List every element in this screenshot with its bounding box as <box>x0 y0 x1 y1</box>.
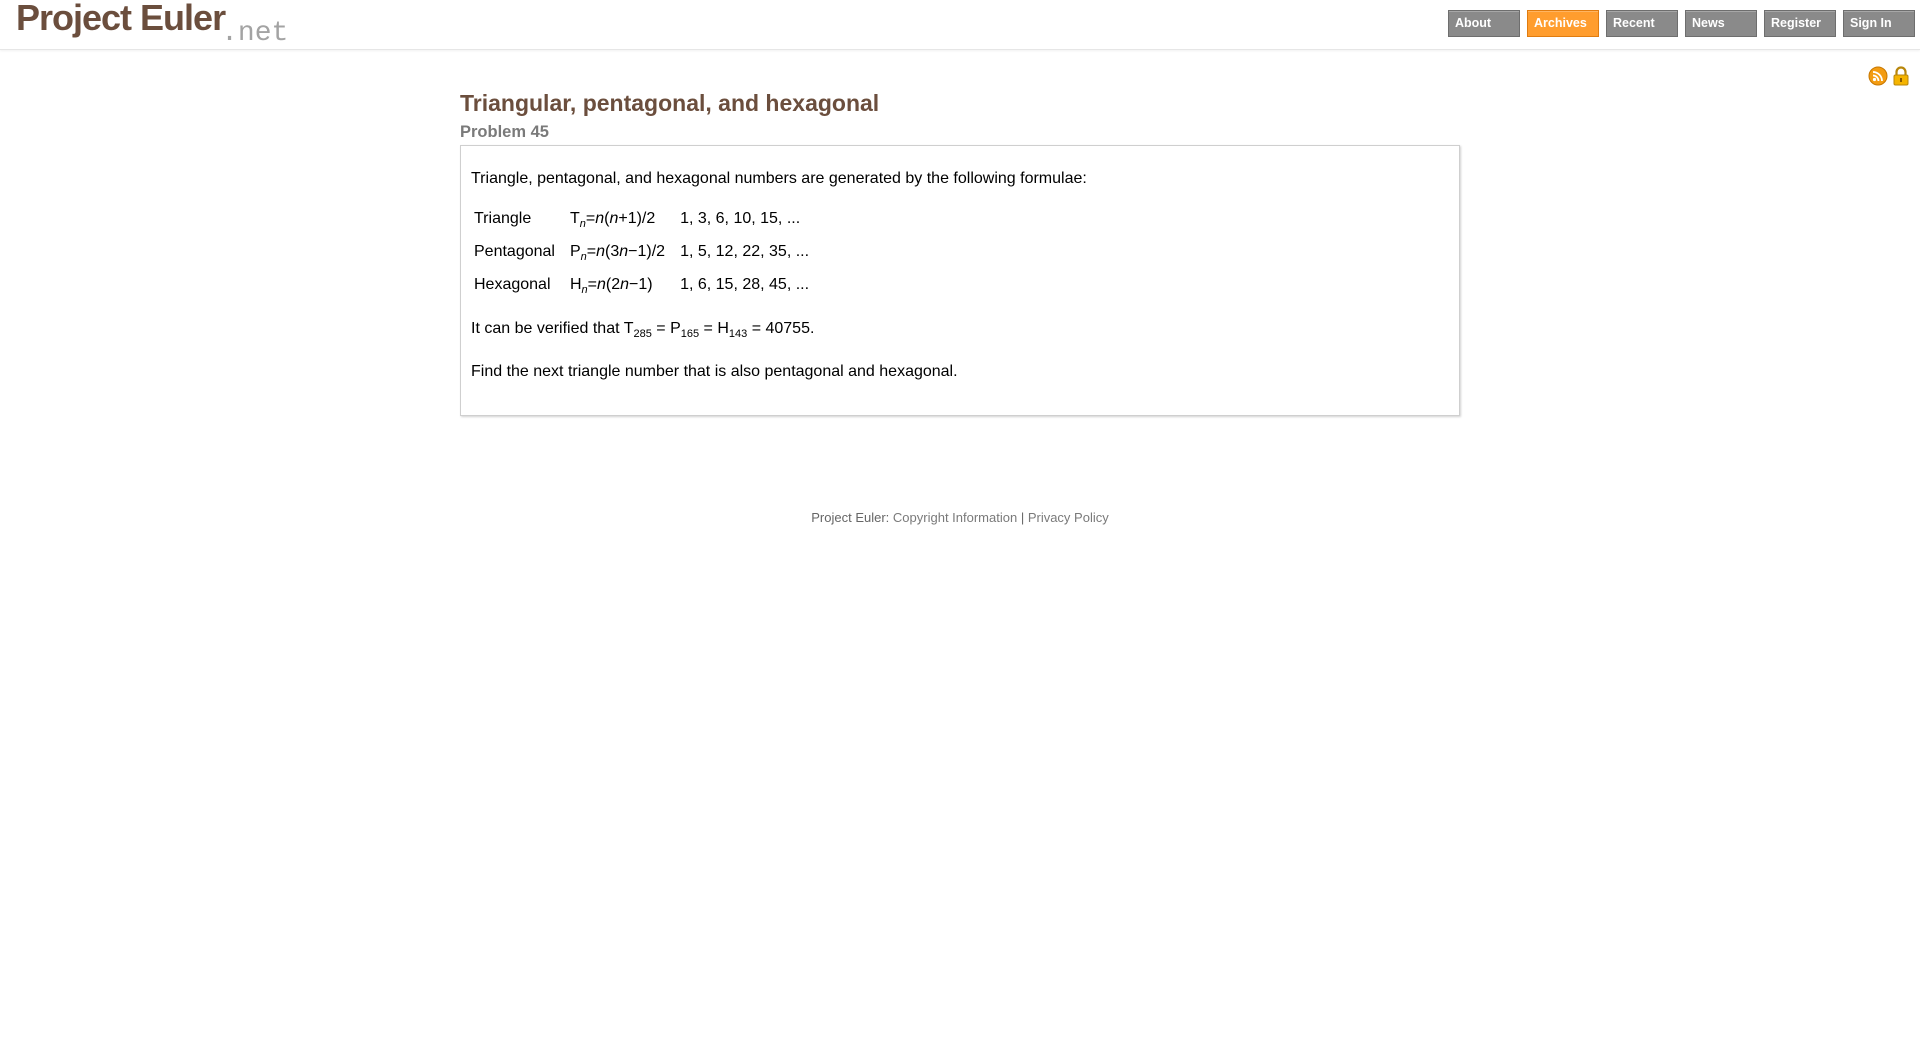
row-formula: Pn=n(3n−1)/2 <box>569 243 666 264</box>
footer-separator: | <box>1017 510 1028 525</box>
row-sequence: 1, 3, 6, 10, 15, ... <box>680 210 801 227</box>
table-row: Triangle Tn=n(n+1)/2 1, 3, 6, 10, 15, ..… <box>471 206 821 239</box>
top-right-icons <box>1868 66 1910 86</box>
copyright-link[interactable]: Copyright Information <box>893 510 1017 525</box>
row-name: Pentagonal <box>474 243 555 261</box>
row-sequence: 1, 5, 12, 22, 35, ... <box>680 243 810 261</box>
problem-description: Triangle, pentagonal, and hexagonal numb… <box>460 145 1460 416</box>
footer-prefix: Project Euler: <box>811 510 893 525</box>
row-sequence: 1, 6, 15, 28, 45, ... <box>680 276 810 294</box>
row-formula: Hn=n(2n−1) <box>569 276 653 297</box>
nav-archives-button[interactable]: Archives <box>1527 10 1599 37</box>
logo-main-text: Project Euler <box>16 0 226 38</box>
nav-about-button[interactable]: About <box>1448 10 1520 37</box>
site-header: Project Euler.net About Archives Recent … <box>0 0 1920 50</box>
nav-sign-in-button[interactable]: Sign In <box>1843 10 1915 37</box>
problem-question: Find the next triangle number that is al… <box>471 362 958 380</box>
nav-recent-button[interactable]: Recent <box>1606 10 1678 37</box>
main-nav: About Archives Recent News Register Sign… <box>1448 10 1915 37</box>
table-row: Hexagonal Hn=n(2n−1) 1, 6, 15, 28, 45, .… <box>471 272 821 305</box>
logo-suffix-text: .net <box>221 18 289 49</box>
page-title: Triangular, pentagonal, and hexagonal <box>460 90 880 116</box>
problem-intro: Triangle, pentagonal, and hexagonal numb… <box>471 170 1087 187</box>
privacy-link[interactable]: Privacy Policy <box>1028 510 1109 525</box>
row-formula: Tn=n(n+1)/2 <box>569 210 656 231</box>
nav-register-button[interactable]: Register <box>1764 10 1836 37</box>
nav-news-button[interactable]: News <box>1685 10 1757 37</box>
rss-icon[interactable] <box>1868 66 1888 86</box>
row-name: Hexagonal <box>474 276 551 294</box>
formulae-table: Triangle Tn=n(n+1)/2 1, 3, 6, 10, 15, ..… <box>471 206 821 306</box>
lock-icon[interactable] <box>1892 66 1910 86</box>
verification-text: It can be verified that T285 = P165 = H1… <box>471 319 815 340</box>
problem-content: Triangular, pentagonal, and hexagonal Pr… <box>460 89 1460 416</box>
site-logo[interactable]: Project Euler.net <box>16 0 288 49</box>
table-row: Pentagonal Pn=n(3n−1)/2 1, 5, 12, 22, 35… <box>471 239 821 272</box>
row-name: Triangle <box>474 210 532 227</box>
site-footer: Project Euler: Copyright Information | P… <box>0 510 1920 525</box>
problem-number: Problem 45 <box>460 123 549 141</box>
